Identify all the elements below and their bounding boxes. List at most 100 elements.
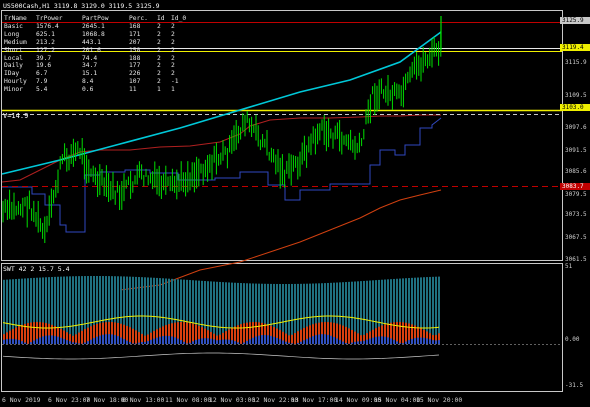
osc-red-bar [345,326,347,344]
osc-blue-bar [417,337,419,344]
time-tick: 13 Nov 17:00 [291,396,338,404]
osc-red-bar [138,332,140,344]
osc-blue-bar [405,341,407,344]
osc-red-bar [186,322,188,344]
price-tick: 3109.5 [565,92,587,99]
osc-blue-bar [312,336,314,344]
osc-blue-bar [171,336,173,344]
chart-canvas[interactable] [0,0,590,407]
osc-blue-bar [165,335,167,344]
osc-blue-bar [84,342,86,344]
oscillator-histogram [2,276,440,360]
osc-blue-bar [138,342,140,344]
osc-blue-bar [351,342,353,344]
osc-blue-bar [318,334,320,344]
osc-red-bar [27,323,29,344]
osc-blue-bar [429,339,431,344]
v-value-label: V=14.9 [3,112,29,120]
osc-blue-bar [114,335,116,344]
osc-blue-bar [192,341,194,344]
osc-blue-bar [267,335,269,344]
osc-blue-bar [63,338,65,344]
time-tick: 15 Nov 20:00 [416,396,463,404]
osc-blue-bar [159,336,161,344]
osc-blue-bar [21,341,23,344]
osc-red-bar [342,325,344,344]
upper-band-line [1,114,441,183]
osc-blue-bar [288,342,290,344]
osc-blue-bar [225,339,227,344]
osc-blue-bar [90,339,92,344]
osc-blue-bar [51,335,53,344]
osc-blue-bar [48,335,50,344]
osc-blue-bar [180,340,182,344]
osc-bar [432,276,434,344]
osc-blue-bar [273,336,275,344]
osc-blue-bar [228,339,230,344]
osc-red-bar [405,322,407,344]
osc-blue-bar [66,340,68,344]
osc-blue-bar [432,340,434,344]
osc-blue-bar [168,335,170,344]
window-title: US500Cash,H1 3119.8 3129.0 3119.5 3125.9 [3,2,160,10]
osc-red-bar [192,323,194,344]
osc-blue-bar [435,340,437,344]
price-tick: 3115.9 [565,59,587,66]
osc-blue-bar [393,339,395,344]
osc-blue-bar [132,343,134,344]
osc-blue-bar [153,338,155,344]
osc-blue-bar [357,341,359,344]
osc-red-bar [75,334,77,344]
osc-blue-bar [105,334,107,344]
osc-blue-bar [204,338,206,344]
osc-blue-bar [261,335,263,344]
osc-blue-bar [297,342,299,344]
time-tick: 11 Nov 08:00 [165,396,212,404]
osc-bar [216,281,218,344]
osc-blue-bar [279,339,281,344]
osc-red-bar [183,322,185,344]
osc-bar [75,276,77,344]
osc-blue-bar [333,336,335,344]
osc-blue-bar [252,337,254,344]
price-highlight-badge: 3125.9 [560,17,590,24]
osc-blue-bar [276,337,278,344]
osc-blue-bar [438,340,440,344]
osc-blue-bar [3,339,5,344]
osc-blue-bar [69,341,71,344]
osc-bar [147,277,149,344]
osc-blue-bar [198,339,200,344]
osc-red-bar [30,322,32,344]
osc-blue-bar [255,336,257,344]
osc-blue-bar [363,340,365,344]
osc-blue-bar [99,335,101,344]
osc-blue-bar [360,341,362,344]
osc-blue-bar [291,343,293,344]
osc-blue-bar [222,339,224,344]
price-tick: 3067.5 [565,234,587,241]
osc-red-bar [288,335,290,344]
osc-blue-bar [387,337,389,344]
osc-blue-bar [354,341,356,344]
osc-blue-bar [96,336,98,344]
osc-blue-bar [6,339,8,344]
osc-red-bar [246,322,248,344]
osc-blue-bar [249,339,251,344]
osc-blue-bar [345,343,347,344]
osc-blue-bar [372,337,374,344]
osc-red-bar [21,324,23,344]
osc-red-bar [291,334,293,344]
osc-blue-bar [411,338,413,344]
osc-blue-bar [399,343,401,344]
osc-blue-bar [219,339,221,344]
osc-blue-bar [246,340,248,344]
lower-band-line [2,117,442,233]
osc-blue-bar [315,335,317,344]
osc-blue-bar [189,342,191,344]
osc-red-bar [129,327,131,344]
osc-blue-bar [120,337,122,344]
price-highlight-badge: 3103.0 [560,104,590,111]
osc-blue-bar [423,337,425,344]
osc-blue-bar [108,334,110,344]
osc-blue-bar [264,334,266,344]
